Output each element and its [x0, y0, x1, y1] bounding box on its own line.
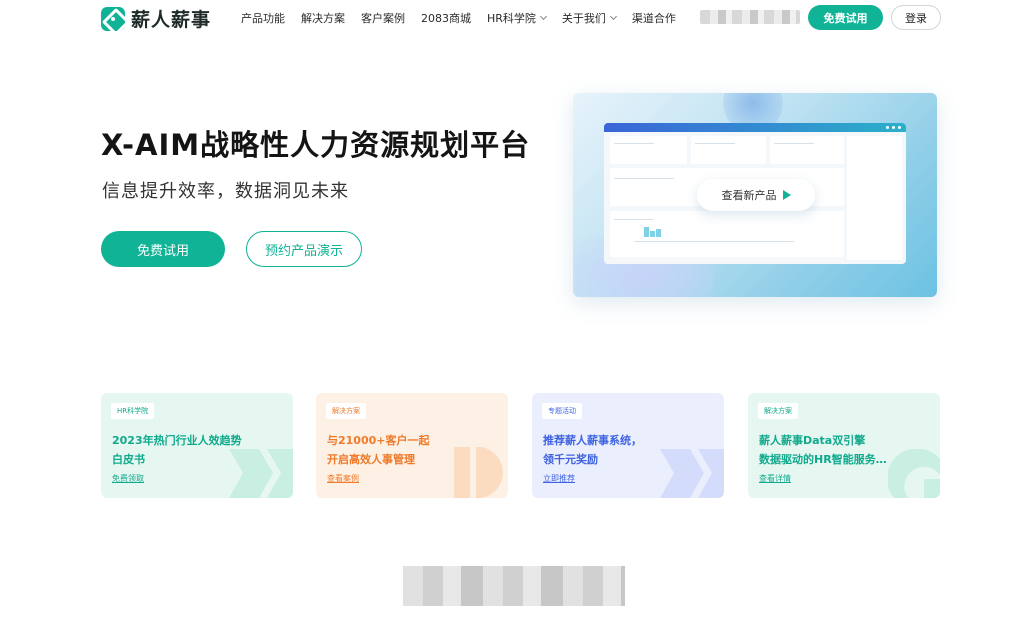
- brand-name: 薪人薪事: [131, 9, 212, 31]
- hero-subtitle: 信息提升效率，数据洞见未来: [102, 181, 349, 202]
- chevron-down-icon: [539, 12, 547, 21]
- promo-card-solution-cases[interactable]: 解决方案 与21000+客户一起 开启高效人事管理 查看案例: [316, 393, 508, 498]
- nav-item-solutions[interactable]: 解决方案: [301, 10, 345, 26]
- nav-item-cases[interactable]: 客户案例: [361, 10, 405, 26]
- nav-item-mall[interactable]: 2083商城: [421, 10, 471, 26]
- card-tag: 解决方案: [326, 403, 366, 419]
- hero-title: X-AIM战略性人力资源规划平台: [101, 128, 531, 162]
- chevron-down-icon: [609, 12, 617, 21]
- nav-item-hr-academy[interactable]: HR科学院: [487, 10, 547, 26]
- card-link[interactable]: 立即推荐: [543, 473, 575, 484]
- view-new-product-button[interactable]: 查看新产品: [697, 179, 815, 211]
- card-link[interactable]: 查看案例: [327, 473, 359, 484]
- card-title: 与21000+客户一起 开启高效人事管理: [327, 434, 430, 466]
- blurred-footer-content: [403, 566, 625, 606]
- main-nav: 产品功能 解决方案 客户案例 2083商城 HR科学院 关于我们 渠道合作: [241, 10, 676, 26]
- card-tag: 专题活动: [542, 403, 582, 419]
- product-preview[interactable]: 查看新产品: [573, 93, 937, 297]
- promo-card-hr-academy[interactable]: HR科学院 2023年热门行业人效趋势 白皮书 免费领取: [101, 393, 293, 498]
- login-button[interactable]: 登录: [891, 5, 941, 30]
- brand-logo[interactable]: 薪人薪事: [101, 5, 211, 32]
- card-title: 薪人薪事Data双引擎 数据驱动的HR智能服务…: [759, 434, 887, 466]
- top-header: 薪人薪事 产品功能 解决方案 客户案例 2083商城 HR科学院 关于我们 渠道…: [0, 0, 1024, 36]
- nav-item-products[interactable]: 产品功能: [241, 10, 285, 26]
- card-tag: 解决方案: [758, 403, 798, 419]
- nav-item-partners[interactable]: 渠道合作: [632, 10, 676, 26]
- logo-icon: [101, 6, 125, 31]
- play-icon: [782, 190, 791, 200]
- promo-card-data-engine[interactable]: 解决方案 薪人薪事Data双引擎 数据驱动的HR智能服务… 查看详情: [748, 393, 940, 498]
- card-tag: HR科学院: [111, 403, 155, 419]
- book-demo-button[interactable]: 预约产品演示: [246, 231, 362, 267]
- hero-free-trial-button[interactable]: 免费试用: [101, 231, 225, 267]
- nav-item-about[interactable]: 关于我们: [562, 10, 617, 26]
- card-link[interactable]: 免费领取: [112, 473, 144, 484]
- blurred-phone-number: [700, 10, 800, 24]
- promo-card-referral[interactable]: 专题活动 推荐薪人薪事系统， 领千元奖励 立即推荐: [532, 393, 724, 498]
- card-title: 推荐薪人薪事系统， 领千元奖励: [543, 434, 642, 466]
- card-link[interactable]: 查看详情: [759, 473, 791, 484]
- header-free-trial-button[interactable]: 免费试用: [808, 5, 883, 30]
- card-title: 2023年热门行业人效趋势 白皮书: [112, 434, 242, 466]
